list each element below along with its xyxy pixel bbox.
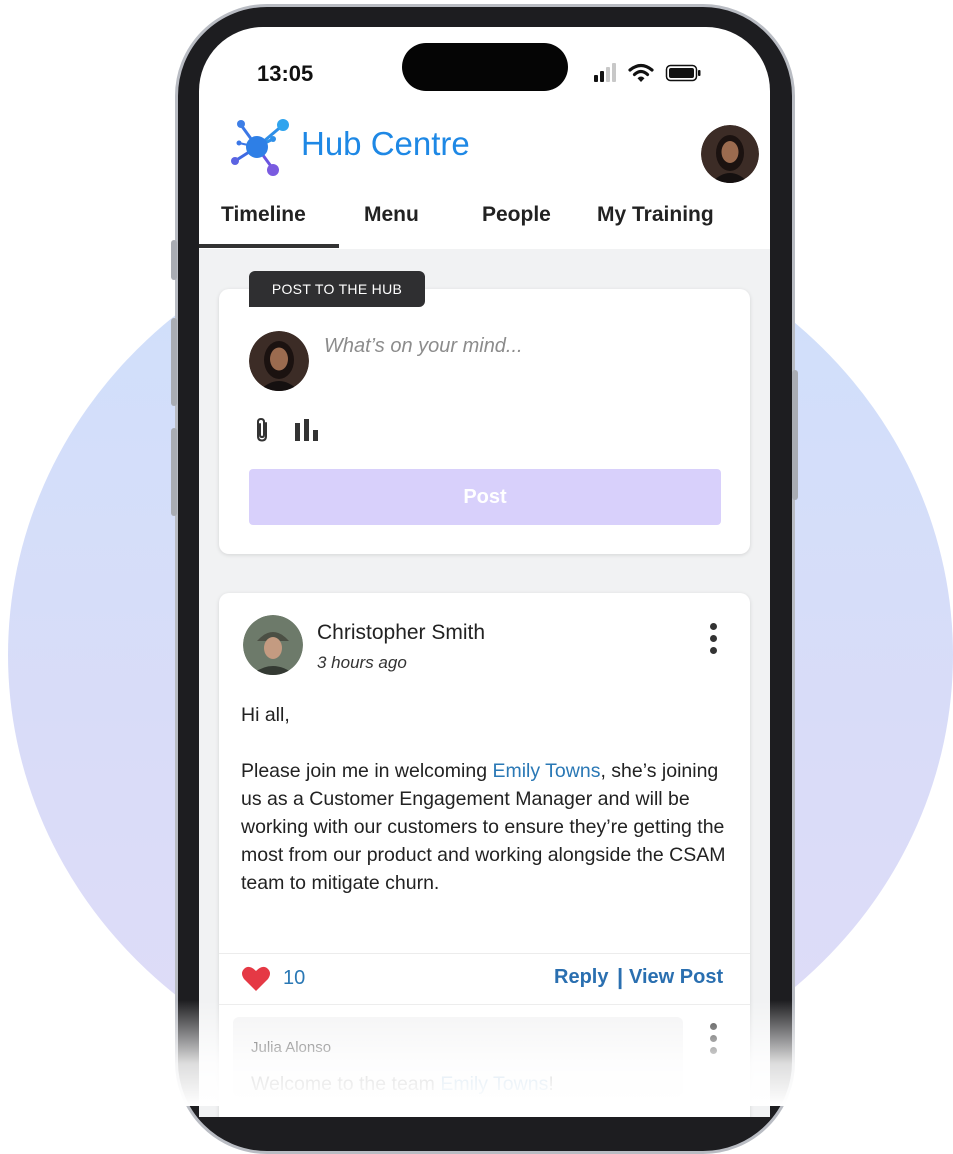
app-header: Hub Centre <box>199 117 770 197</box>
hub-logo-icon <box>231 119 289 176</box>
status-time: 13:05 <box>257 61 314 86</box>
post-paragraph: Please join me in welcoming Emily Towns,… <box>241 757 731 897</box>
tab-my-training[interactable]: My Training <box>597 203 714 227</box>
like-count: 10 <box>283 967 306 989</box>
wifi-icon <box>628 63 654 82</box>
phone-screen: 13:05 Hub Centre Timeline Menu People My… <box>199 27 770 1117</box>
post-card: Christopher Smith 3 hours ago Hi all, Pl… <box>219 593 750 1117</box>
phone-side-button <box>792 370 798 500</box>
post-body: Hi all, Please join me in welcoming Emil… <box>241 701 731 925</box>
poll-icon[interactable] <box>295 419 321 441</box>
view-post-link[interactable]: View Post <box>629 966 723 989</box>
phone-side-button <box>171 428 177 516</box>
post-text: Please join me in welcoming <box>241 760 493 782</box>
post-button[interactable]: Post <box>249 469 721 525</box>
compose-card: What’s on your mind... Post <box>219 289 750 554</box>
post-actions: 10 Reply | View Post <box>219 953 750 1005</box>
action-separator: | <box>617 964 624 989</box>
post-greeting: Hi all, <box>241 704 290 726</box>
user-avatar[interactable] <box>701 125 759 183</box>
comment-mention-link[interactable]: Emily Towns <box>440 1073 548 1095</box>
paperclip-icon[interactable] <box>255 417 269 443</box>
tab-menu[interactable]: Menu <box>364 203 419 227</box>
author-name[interactable]: Christopher Smith <box>317 621 485 645</box>
dynamic-island <box>402 43 568 91</box>
active-tab-indicator <box>199 244 339 248</box>
tab-bar: Timeline Menu People My Training <box>199 197 770 250</box>
author-avatar[interactable] <box>243 615 303 675</box>
brand-title: Hub Centre <box>301 125 470 162</box>
phone-side-button <box>171 240 177 280</box>
comment-author[interactable]: Julia Alonso <box>251 1039 331 1056</box>
heart-icon[interactable] <box>241 965 271 992</box>
post-to-hub-badge: POST TO THE HUB <box>249 271 425 307</box>
comment-more-icon[interactable] <box>709 1023 719 1057</box>
battery-icon <box>665 64 701 82</box>
tab-timeline[interactable]: Timeline <box>221 203 306 227</box>
composer-avatar <box>249 331 309 391</box>
timeline-feed: What’s on your mind... Post POST TO THE … <box>199 249 770 1117</box>
status-bar: 13:05 <box>199 27 770 117</box>
reply-link[interactable]: Reply <box>554 966 608 989</box>
phone-side-button <box>171 318 177 406</box>
signal-icon <box>594 63 616 82</box>
comment-text-part: Welcome to the team <box>251 1073 441 1095</box>
post-more-icon[interactable] <box>709 623 719 657</box>
comment-text: Welcome to the team Emily Towns! <box>251 1073 554 1096</box>
post-timestamp: 3 hours ago <box>317 653 407 672</box>
mention-link[interactable]: Emily Towns <box>492 760 600 782</box>
comment-text-part: ! <box>548 1073 554 1095</box>
status-icons <box>594 63 701 82</box>
compose-input[interactable]: What’s on your mind... <box>324 335 523 358</box>
tab-people[interactable]: People <box>482 203 551 227</box>
